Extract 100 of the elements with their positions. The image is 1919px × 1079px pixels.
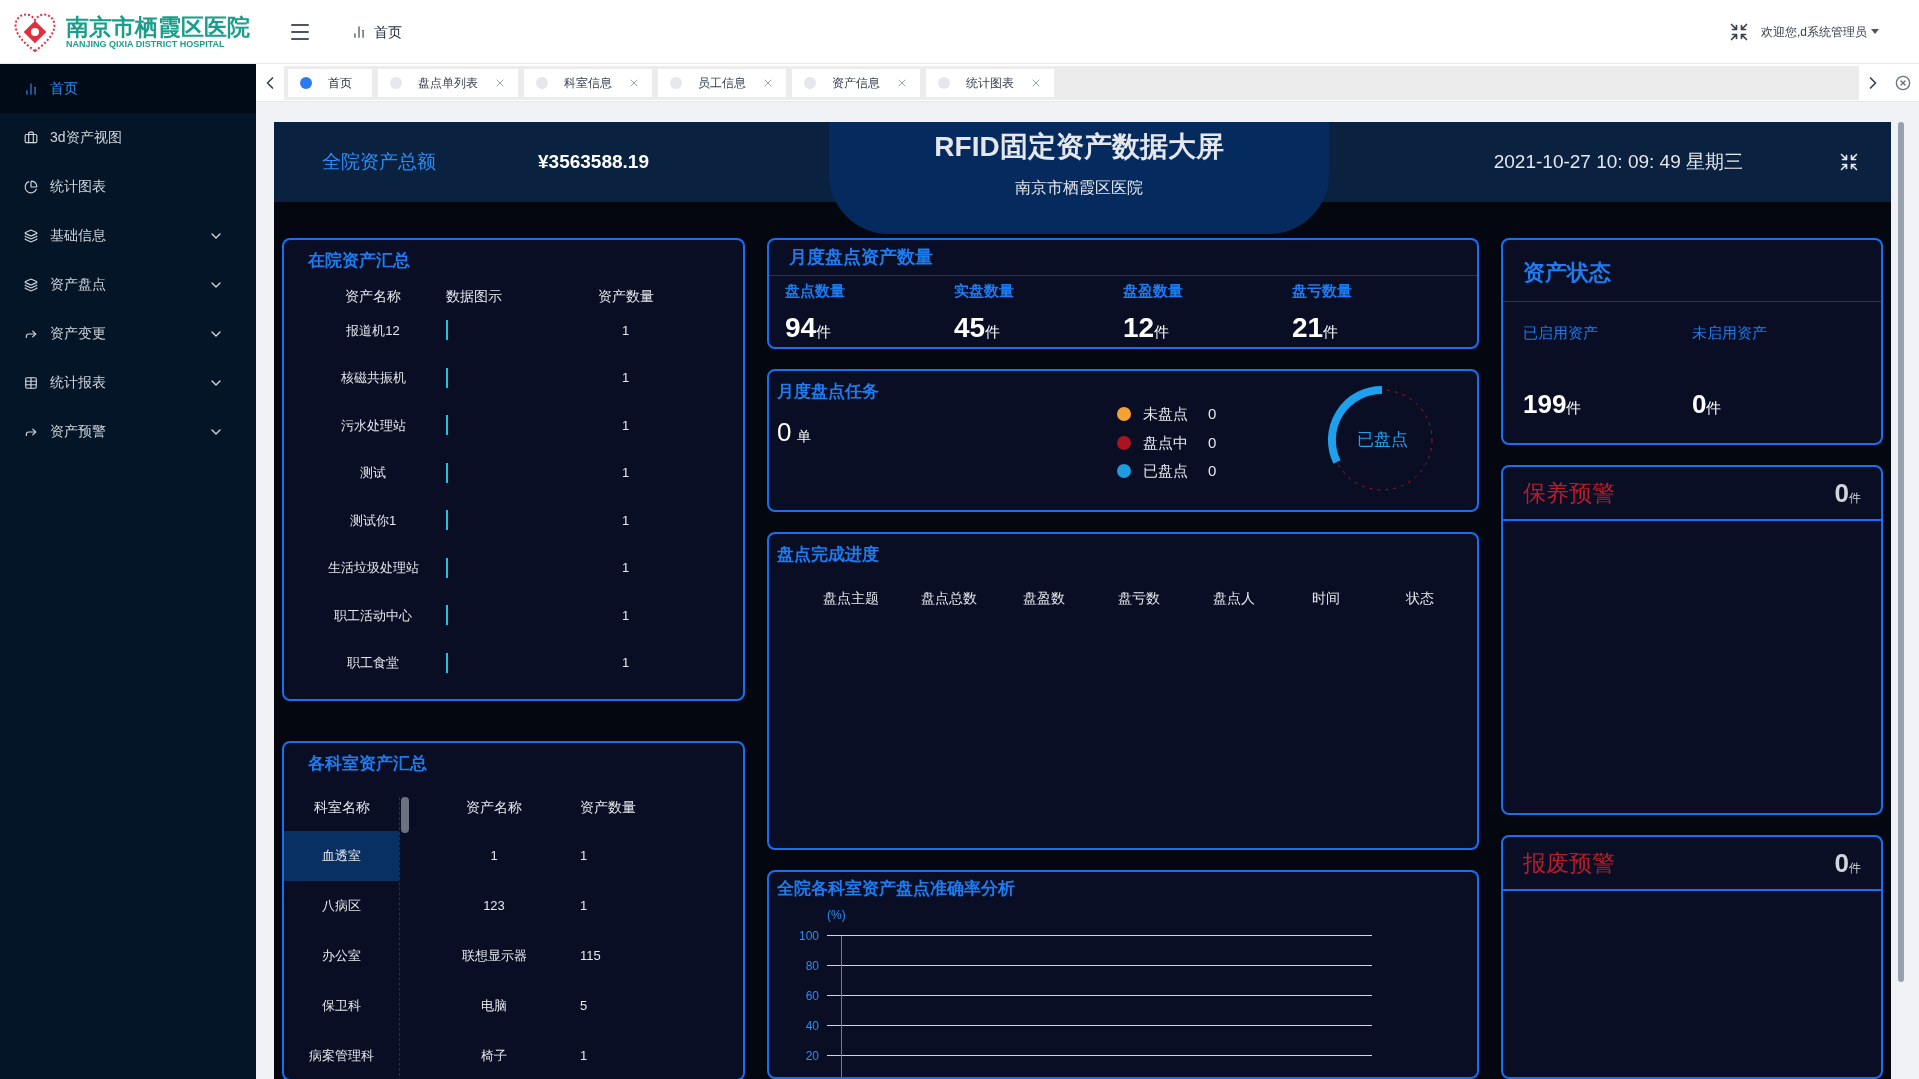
stat-value: 199件 <box>1523 387 1583 421</box>
menu-item-icon <box>24 179 38 194</box>
column-header: 盘点总数 <box>919 588 978 608</box>
caret-icon <box>1871 28 1879 35</box>
sidebar-item[interactable]: 统计图表 <box>0 162 256 211</box>
dept-list-item[interactable]: 血透室 <box>284 830 399 881</box>
column-header: 资产名称 <box>465 797 523 817</box>
table-cell-text: 职工食堂 <box>346 654 400 672</box>
table-cell-text: 联想显示器 <box>460 946 528 965</box>
total-assets-label: 全院资产总额 <box>322 149 437 174</box>
sidebar-item[interactable]: 资产变更 <box>0 309 256 358</box>
tab[interactable]: 资产信息 <box>792 68 920 97</box>
table-cell-text: 椅子 <box>480 1046 508 1065</box>
stat-label: 盘亏数量 <box>1292 281 1353 301</box>
dept-list-item[interactable]: 保卫科 <box>284 980 399 1031</box>
legend-label: 未盘点 <box>1143 404 1188 424</box>
menu-item-icon <box>24 81 38 96</box>
close-all-icon[interactable] <box>1895 74 1911 91</box>
stat-label: 未启用资产 <box>1692 323 1768 343</box>
tab[interactable]: 科室信息 <box>524 68 652 97</box>
menu-item-icon <box>24 277 38 292</box>
fullscreen-icon[interactable] <box>1839 152 1859 172</box>
stat-value: 45件 <box>954 310 1002 345</box>
table-cell-text: 1 <box>489 846 499 865</box>
table-cell-text: 1 <box>579 896 589 915</box>
axis-unit: (%) <box>827 906 846 924</box>
stat-label: 已启用资产 <box>1523 323 1599 343</box>
warning-title: 报废预警 <box>1523 848 1615 878</box>
table-cell-text: 核磁共振机 <box>339 369 407 387</box>
table-cell-text: 5 <box>579 996 589 1015</box>
total-assets-value: ¥3563588.19 <box>538 149 649 174</box>
sidebar-item[interactable]: 资产预警 <box>0 407 256 456</box>
sidebar-item[interactable]: 资产盘点 <box>0 260 256 309</box>
panel-title: 全院各科室资产盘点准确率分析 <box>777 878 1016 900</box>
task-count: 0 单 <box>777 415 813 449</box>
table-cell-text: 1 <box>579 846 589 865</box>
table-cell-text: 1 <box>621 606 630 625</box>
legend-value: 0 <box>1208 432 1217 453</box>
dept-list-item[interactable]: 病案管理科 <box>284 1030 399 1079</box>
table-cell-text: 生活垃圾处理站 <box>326 559 420 577</box>
tab[interactable]: 员工信息 <box>658 68 786 97</box>
logo-subtitle: NANJING QIXIA DISTRICT HOSPITAL <box>66 39 226 49</box>
stat-value: 0件 <box>1692 387 1723 421</box>
dept-list-item[interactable]: 八病区 <box>284 880 399 931</box>
datetime: 2021-10-27 10: 09: 49 星期三 <box>1493 149 1743 174</box>
legend-value: 0 <box>1208 461 1217 481</box>
breadcrumb[interactable]: 首页 <box>374 21 402 42</box>
panel-title: 在院资产汇总 <box>308 250 411 272</box>
table-cell-text: 1 <box>621 464 630 482</box>
sidebar-item[interactable]: 首页 <box>0 64 256 113</box>
sidebar-item[interactable]: 3d资产视图 <box>0 113 256 162</box>
stat-label: 盘点数量 <box>785 281 846 301</box>
column-header: 科室名称 <box>312 797 371 817</box>
table-cell-text: 1 <box>621 511 630 530</box>
warning-count: 0件 <box>1834 846 1861 880</box>
menu-item-icon <box>24 228 38 243</box>
column-header: 盘盈数 <box>1021 588 1066 608</box>
table-cell-text: 1 <box>621 321 630 340</box>
table-cell-text: 1 <box>621 559 630 577</box>
table-cell-text: 1 <box>621 369 630 387</box>
panel-title: 盘点完成进度 <box>777 544 880 566</box>
scrollbar-thumb-icon[interactable] <box>401 796 409 833</box>
tab[interactable]: 盘点单列表 <box>378 68 518 97</box>
legend-label: 已盘点 <box>1143 461 1188 481</box>
tab[interactable]: 首页 <box>288 68 372 97</box>
menu-item-icon <box>24 130 38 145</box>
table-cell-text: 测试 <box>359 464 387 482</box>
sidebar-item[interactable]: 统计报表 <box>0 358 256 407</box>
column-header: 盘亏数 <box>1116 588 1161 608</box>
column-header: 时间 <box>1311 588 1341 608</box>
column-header: 状态 <box>1405 588 1435 608</box>
axis-tick-label: 40 <box>804 1017 820 1034</box>
table-cell-text: 1 <box>621 654 630 672</box>
column-header: 数据图示 <box>445 286 503 306</box>
user-menu[interactable]: 欢迎您,d系统管理员 <box>1761 23 1879 40</box>
column-header: 资产数量 <box>598 286 655 306</box>
axis-tick-label: 60 <box>804 987 820 1004</box>
dept-list-item[interactable]: 办公室 <box>284 930 399 981</box>
tab[interactable]: 统计图表 <box>926 68 1054 97</box>
exit-fullscreen-icon[interactable] <box>1729 21 1749 42</box>
panel-title: 各科室资产汇总 <box>307 753 428 775</box>
gauge-label: 已盘点 <box>1356 429 1408 452</box>
chart-icon <box>352 24 366 39</box>
table-cell-text: 污水处理站 <box>339 416 407 435</box>
warning-count: 0件 <box>1834 476 1861 510</box>
scrollbar-thumb[interactable] <box>1898 122 1904 982</box>
table-cell-text: 1 <box>579 1046 589 1065</box>
warning-title: 保养预警 <box>1523 478 1615 508</box>
stat-value: 12件 <box>1123 310 1171 345</box>
table-cell-text: 115 <box>579 946 602 965</box>
column-header: 资产名称 <box>344 286 402 306</box>
table-cell-text: 报道机12 <box>345 321 401 340</box>
table-cell-text: 测试你1 <box>348 511 398 530</box>
column-header: 盘点人 <box>1211 588 1256 608</box>
stat-label: 盘盈数量 <box>1123 281 1184 301</box>
axis-tick-label: 100 <box>797 927 820 944</box>
panel-title: 月度盘点资产数量 <box>769 240 1477 276</box>
sidebar-item[interactable]: 基础信息 <box>0 211 256 260</box>
table-cell-text: 电脑 <box>480 996 508 1015</box>
panel-title: 资产状态 <box>1503 240 1881 302</box>
